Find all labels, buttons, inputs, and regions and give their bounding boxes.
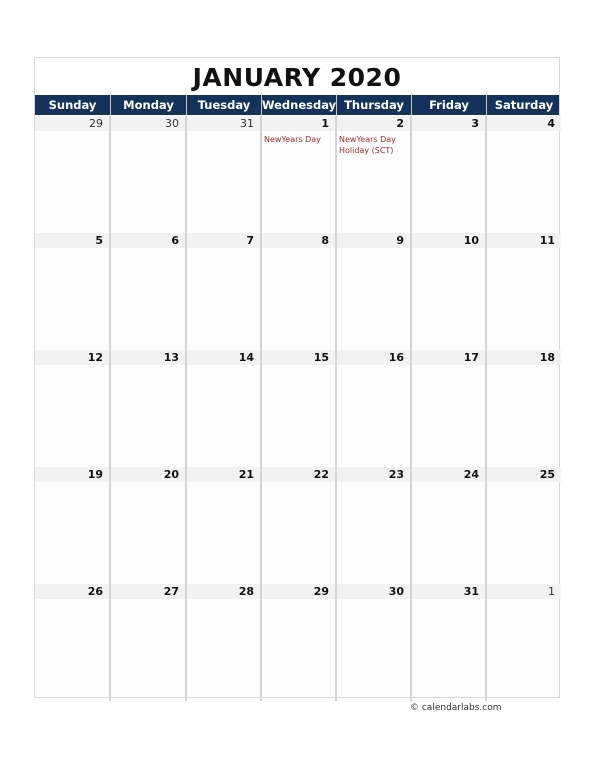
day-cell[interactable]: 26 xyxy=(35,584,111,701)
weekday-thursday: Thursday xyxy=(337,95,412,115)
day-number: 31 xyxy=(187,116,260,131)
day-cell[interactable]: 24 xyxy=(412,467,487,584)
day-number: 16 xyxy=(337,350,410,365)
day-number: 7 xyxy=(187,233,260,248)
day-cell[interactable]: 9 xyxy=(337,233,412,350)
day-cell[interactable]: 29 xyxy=(35,116,111,233)
day-number: 8 xyxy=(262,233,335,248)
day-cell[interactable]: 3 xyxy=(412,116,487,233)
day-cell[interactable]: 28 xyxy=(187,584,262,701)
day-number: 29 xyxy=(35,116,109,131)
day-cell[interactable]: 21 xyxy=(187,467,262,584)
day-cell[interactable]: 14 xyxy=(187,350,262,467)
day-cell[interactable]: 2 NewYears Day Holiday (SCT) xyxy=(337,116,412,233)
day-number: 12 xyxy=(35,350,109,365)
day-cell[interactable]: 18 xyxy=(487,350,561,467)
day-number: 10 xyxy=(412,233,485,248)
day-cell[interactable]: 29 xyxy=(262,584,337,701)
day-number: 14 xyxy=(187,350,260,365)
day-number: 18 xyxy=(487,350,561,365)
calendar-grid: 29 30 31 1 NewYears Day 2 NewYears Day Holiday… xyxy=(35,116,561,701)
day-number: 30 xyxy=(111,116,185,131)
day-cell[interactable]: 19 xyxy=(35,467,111,584)
day-cell[interactable]: 7 xyxy=(187,233,262,350)
weekday-saturday: Saturday xyxy=(494,98,554,112)
day-cell[interactable]: 1 NewYears Day xyxy=(262,116,337,233)
day-cell[interactable]: 10 xyxy=(412,233,487,350)
day-number: 1 xyxy=(262,116,335,131)
day-number: 30 xyxy=(337,584,410,599)
calendar-page: JANUARY 2020 Sunday Monday Tuesday Wedne… xyxy=(34,57,561,701)
day-cell[interactable]: 31 xyxy=(412,584,487,701)
day-cell[interactable]: 11 xyxy=(487,233,561,350)
day-number: 31 xyxy=(412,584,485,599)
day-number: 3 xyxy=(412,116,485,131)
day-number: 13 xyxy=(111,350,185,365)
day-number: 25 xyxy=(487,467,561,482)
day-cell[interactable]: 4 xyxy=(487,116,561,233)
week-row: 26 27 28 29 30 31 1 xyxy=(35,584,561,701)
day-cell[interactable]: 17 xyxy=(412,350,487,467)
day-cell[interactable]: 13 xyxy=(111,350,187,467)
day-number: 24 xyxy=(412,467,485,482)
weekday-sunday: Sunday xyxy=(35,95,111,115)
weekday-friday: Friday xyxy=(412,95,487,115)
day-cell[interactable]: 8 xyxy=(262,233,337,350)
copyright-footer: © calendarlabs.com xyxy=(410,703,502,713)
holiday-event: NewYears Day Holiday (SCT) xyxy=(339,135,396,155)
weekday-monday: Monday xyxy=(111,95,187,115)
day-cell[interactable]: 25 xyxy=(487,467,561,584)
week-row: 5 6 7 8 9 10 11 xyxy=(35,233,561,350)
day-number: 28 xyxy=(187,584,260,599)
day-cell[interactable]: 31 xyxy=(187,116,262,233)
day-number: 23 xyxy=(337,467,410,482)
day-cell[interactable]: 1 xyxy=(487,584,561,701)
day-number: 20 xyxy=(111,467,185,482)
day-number: 15 xyxy=(262,350,335,365)
day-cell[interactable]: 30 xyxy=(337,584,412,701)
day-cell[interactable]: 6 xyxy=(111,233,187,350)
week-row: 12 13 14 15 16 17 18 xyxy=(35,350,561,467)
day-number: 29 xyxy=(262,584,335,599)
weekday-wednesday: Wednesday xyxy=(262,95,337,115)
day-number: 19 xyxy=(35,467,109,482)
day-number: 6 xyxy=(111,233,185,248)
day-number: 9 xyxy=(337,233,410,248)
day-cell[interactable]: 16 xyxy=(337,350,412,467)
day-cell[interactable]: 15 xyxy=(262,350,337,467)
day-cell[interactable]: 30 xyxy=(111,116,187,233)
day-number: 2 xyxy=(337,116,410,131)
week-row: 19 20 21 22 23 24 25 xyxy=(35,467,561,584)
day-cell[interactable]: 22 xyxy=(262,467,337,584)
day-cell[interactable]: 27 xyxy=(111,584,187,701)
day-number: 11 xyxy=(487,233,561,248)
holiday-event: NewYears Day xyxy=(264,135,321,144)
weekday-header: Sunday Monday Tuesday Wednesday Thursday… xyxy=(35,95,559,115)
day-number: 22 xyxy=(262,467,335,482)
day-number: 26 xyxy=(35,584,109,599)
day-cell[interactable]: 12 xyxy=(35,350,111,467)
day-number: 1 xyxy=(487,584,561,599)
day-number: 21 xyxy=(187,467,260,482)
weekday-tuesday: Tuesday xyxy=(187,95,262,115)
day-cell[interactable]: 23 xyxy=(337,467,412,584)
day-cell[interactable]: 20 xyxy=(111,467,187,584)
day-number: 4 xyxy=(487,116,561,131)
month-title: JANUARY 2020 xyxy=(35,58,559,96)
day-number: 27 xyxy=(111,584,185,599)
week-row: 29 30 31 1 NewYears Day 2 NewYears Day Holiday… xyxy=(35,116,561,233)
day-cell[interactable]: 5 xyxy=(35,233,111,350)
day-number: 5 xyxy=(35,233,109,248)
day-number: 17 xyxy=(412,350,485,365)
